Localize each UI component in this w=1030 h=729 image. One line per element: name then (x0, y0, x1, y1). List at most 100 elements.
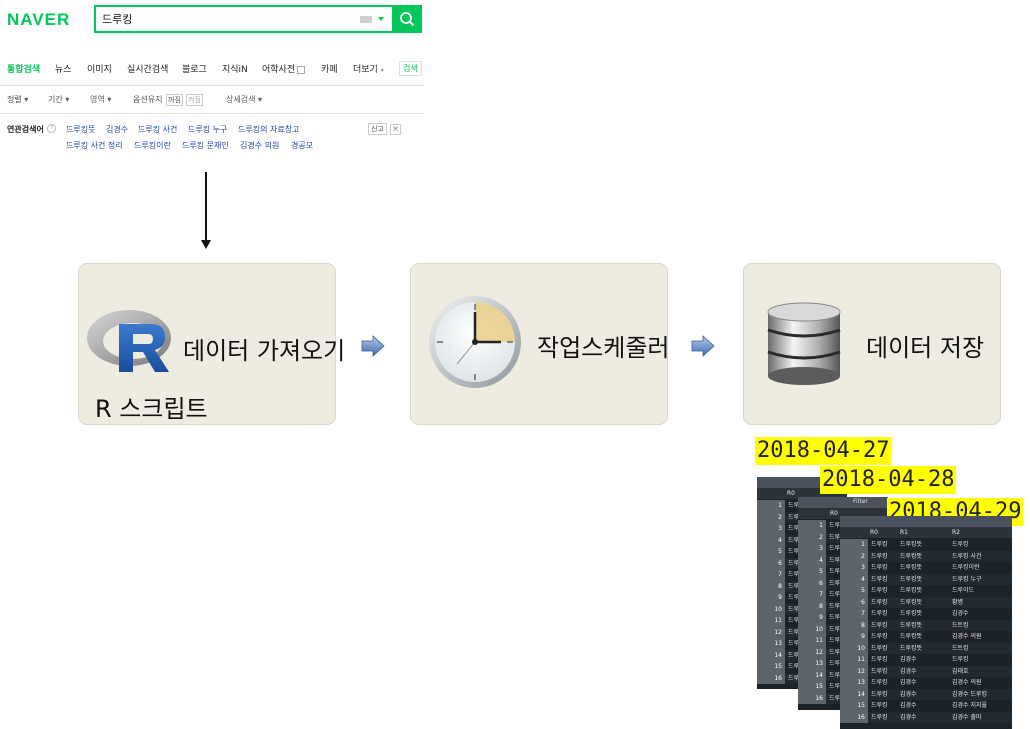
sheet-toolbar: Filter (798, 497, 888, 508)
table-cell: 드루킹뜻 (900, 610, 923, 617)
column-header[interactable]: R1 (900, 529, 908, 536)
table-row[interactable]: 8 드루킹 드루킹뜻 드트킹 (840, 619, 1012, 631)
related-link[interactable]: 드루킹 사건 (138, 124, 177, 135)
report-button[interactable]: 신고 (368, 123, 387, 135)
related-link[interactable]: 드루킹 누구 (188, 124, 227, 135)
table-cell: 드루킹뜻 (900, 644, 923, 652)
sort-option[interactable]: 정렬 ▾ (7, 94, 28, 105)
detail-search-option[interactable]: 상세검색 ▾ (226, 94, 262, 105)
table-row[interactable]: 7 드루킹 드루킹뜻 김경수 (840, 608, 1012, 620)
row-index: 13 (757, 638, 785, 650)
keep-option-label: 옵션유지 (133, 95, 163, 104)
tab-blog[interactable]: 블로그 (182, 62, 207, 75)
related-link[interactable]: 경공모 (291, 140, 313, 151)
right-arrow-icon (361, 335, 385, 357)
table-row[interactable]: 16 드루킹 김경수 김경수 출마 (840, 711, 1012, 723)
search-button[interactable] (392, 5, 422, 33)
table-row[interactable]: 11 드루킹 김경수 드루킹 (840, 654, 1012, 666)
search-box[interactable] (94, 5, 422, 33)
table-row[interactable]: 6 드루킹 드루킹뜻 황병 (840, 596, 1012, 608)
row-index: 8 (840, 619, 868, 631)
search-input[interactable] (102, 10, 342, 28)
table-row[interactable]: 9 드루킹 드루킹뜻 김경수 의원 (840, 631, 1012, 643)
period-option[interactable]: 기간 ▾ (48, 94, 69, 105)
table-cell: 드트킹 (952, 644, 969, 652)
related-link[interactable]: 김경수 (106, 124, 128, 135)
column-header[interactable]: R2 (952, 529, 960, 536)
table-cell: 드루킹뜻 (900, 575, 923, 583)
row-index: 14 (757, 649, 785, 661)
table-cell: 드루킹 (871, 656, 888, 663)
chevron-down-icon[interactable] (378, 17, 384, 21)
table-cell: 드루킹뜻 (900, 598, 923, 606)
related-link[interactable]: 드루킹이란 (134, 140, 171, 151)
table-row[interactable]: 12 드루킹 김경수 김태호 (840, 665, 1012, 677)
related-link[interactable]: 김경수 의원 (240, 140, 279, 151)
row-index: 15 (840, 700, 868, 712)
search-tabs: 통합검색 뉴스 이미지 실시간검색 블로그 지식iN 어학사전 카페 더보기 ▾ (0, 62, 424, 80)
table-cell: 드루킹 (952, 541, 969, 548)
table-cell: 김경수 출마 (952, 713, 982, 721)
table-cell: 드루이드 (952, 587, 975, 594)
table-row[interactable]: 10 드루킹 드루킹뜻 드트킹 (840, 642, 1012, 654)
keep-off-toggle[interactable]: 꺼짐 (166, 94, 183, 106)
table-row[interactable]: 14 드루킹 김경수 김경수 드루킹 (840, 688, 1012, 700)
table-cell: 드루킹 (871, 541, 888, 548)
row-index: 4 (840, 573, 868, 585)
row-index: 11 (840, 654, 868, 666)
row-index: 9 (840, 631, 868, 643)
tab-news[interactable]: 뉴스 (55, 62, 72, 75)
table-cell: 드루킹 (871, 552, 888, 560)
keep-on-toggle[interactable]: 켜짐 (186, 94, 203, 106)
tab-realtime[interactable]: 실시간검색 (127, 62, 168, 75)
row-index: 1 (757, 500, 785, 512)
table-cell: 드루킹 (871, 702, 888, 709)
row-index: 5 (840, 585, 868, 597)
table-cell: 김경수 의원 (952, 633, 982, 640)
tab-more[interactable]: 더보기 ▾ (353, 62, 384, 75)
column-header[interactable]: R0 (787, 490, 795, 497)
table-row[interactable]: 15 드루킹 김경수 김경수 지지율 (840, 700, 1012, 712)
tab-dictionary[interactable]: 어학사전 (262, 62, 306, 75)
naver-logo[interactable]: NAVER (7, 10, 70, 30)
column-header[interactable]: R0 (830, 510, 838, 517)
tab-integrated[interactable]: 통합검색 (7, 62, 40, 75)
table-row[interactable]: 5 드루킹 드루킹뜻 드루이드 (840, 585, 1012, 597)
sheet-header: R0 R1 R2 (840, 527, 1012, 538)
table-cell: 김경수 (900, 679, 917, 686)
table-row[interactable]: 3 드루킹 드루킹뜻 드루킹이란 (840, 562, 1012, 574)
row-index: 2 (757, 511, 785, 523)
table-row[interactable]: 4 드루킹 드루킹뜻 드루킹 누구 (840, 573, 1012, 585)
table-row[interactable]: 1 드루킹 드루킹뜻 드루킹 (840, 539, 1012, 551)
table-cell: 김경수 (900, 656, 917, 663)
area-option[interactable]: 영역 ▾ (90, 94, 111, 105)
table-row[interactable]: 2 드루킹 드루킹뜻 드루킹 사건 (840, 550, 1012, 562)
row-index: 11 (757, 615, 785, 627)
related-link[interactable]: 드루킹 문재인 (182, 140, 229, 151)
step-title: 데이터 가져오기 (183, 337, 346, 365)
table-cell: 황병 (952, 598, 964, 606)
column-header[interactable]: R0 (870, 529, 878, 536)
related-link[interactable]: 드루킹 사건 정리 (66, 140, 123, 151)
step-fetch-data: 데이터 가져오기 R 스크립트 (78, 263, 345, 425)
table-cell: 드루킹 사건 (952, 552, 982, 560)
close-icon[interactable]: × (390, 124, 401, 135)
related-link[interactable]: 드루킹의 자료창고 (238, 124, 299, 135)
tab-images[interactable]: 이미지 (87, 62, 112, 75)
keyboard-icon[interactable] (360, 16, 372, 23)
filter-label[interactable]: Filter (853, 498, 868, 505)
table-cell: 드루킹 (871, 587, 888, 594)
table-cell: 김경수 (952, 610, 969, 617)
tab-kin[interactable]: 지식iN (222, 62, 248, 75)
tab-cafe[interactable]: 카페 (321, 62, 338, 75)
related-link[interactable]: 드루킹뜻 (66, 124, 95, 135)
clock-icon (429, 296, 521, 388)
divider (0, 85, 424, 86)
row-index: 9 (757, 592, 785, 604)
table-row[interactable]: 13 드루킹 김경수 김경수 의원 (840, 677, 1012, 689)
help-icon[interactable]: ? (47, 124, 56, 133)
row-index: 15 (798, 681, 826, 693)
search-option-button[interactable]: 검색 (399, 61, 422, 76)
detail-search-label: 상세검색 (226, 95, 256, 104)
row-index: 3 (840, 562, 868, 574)
